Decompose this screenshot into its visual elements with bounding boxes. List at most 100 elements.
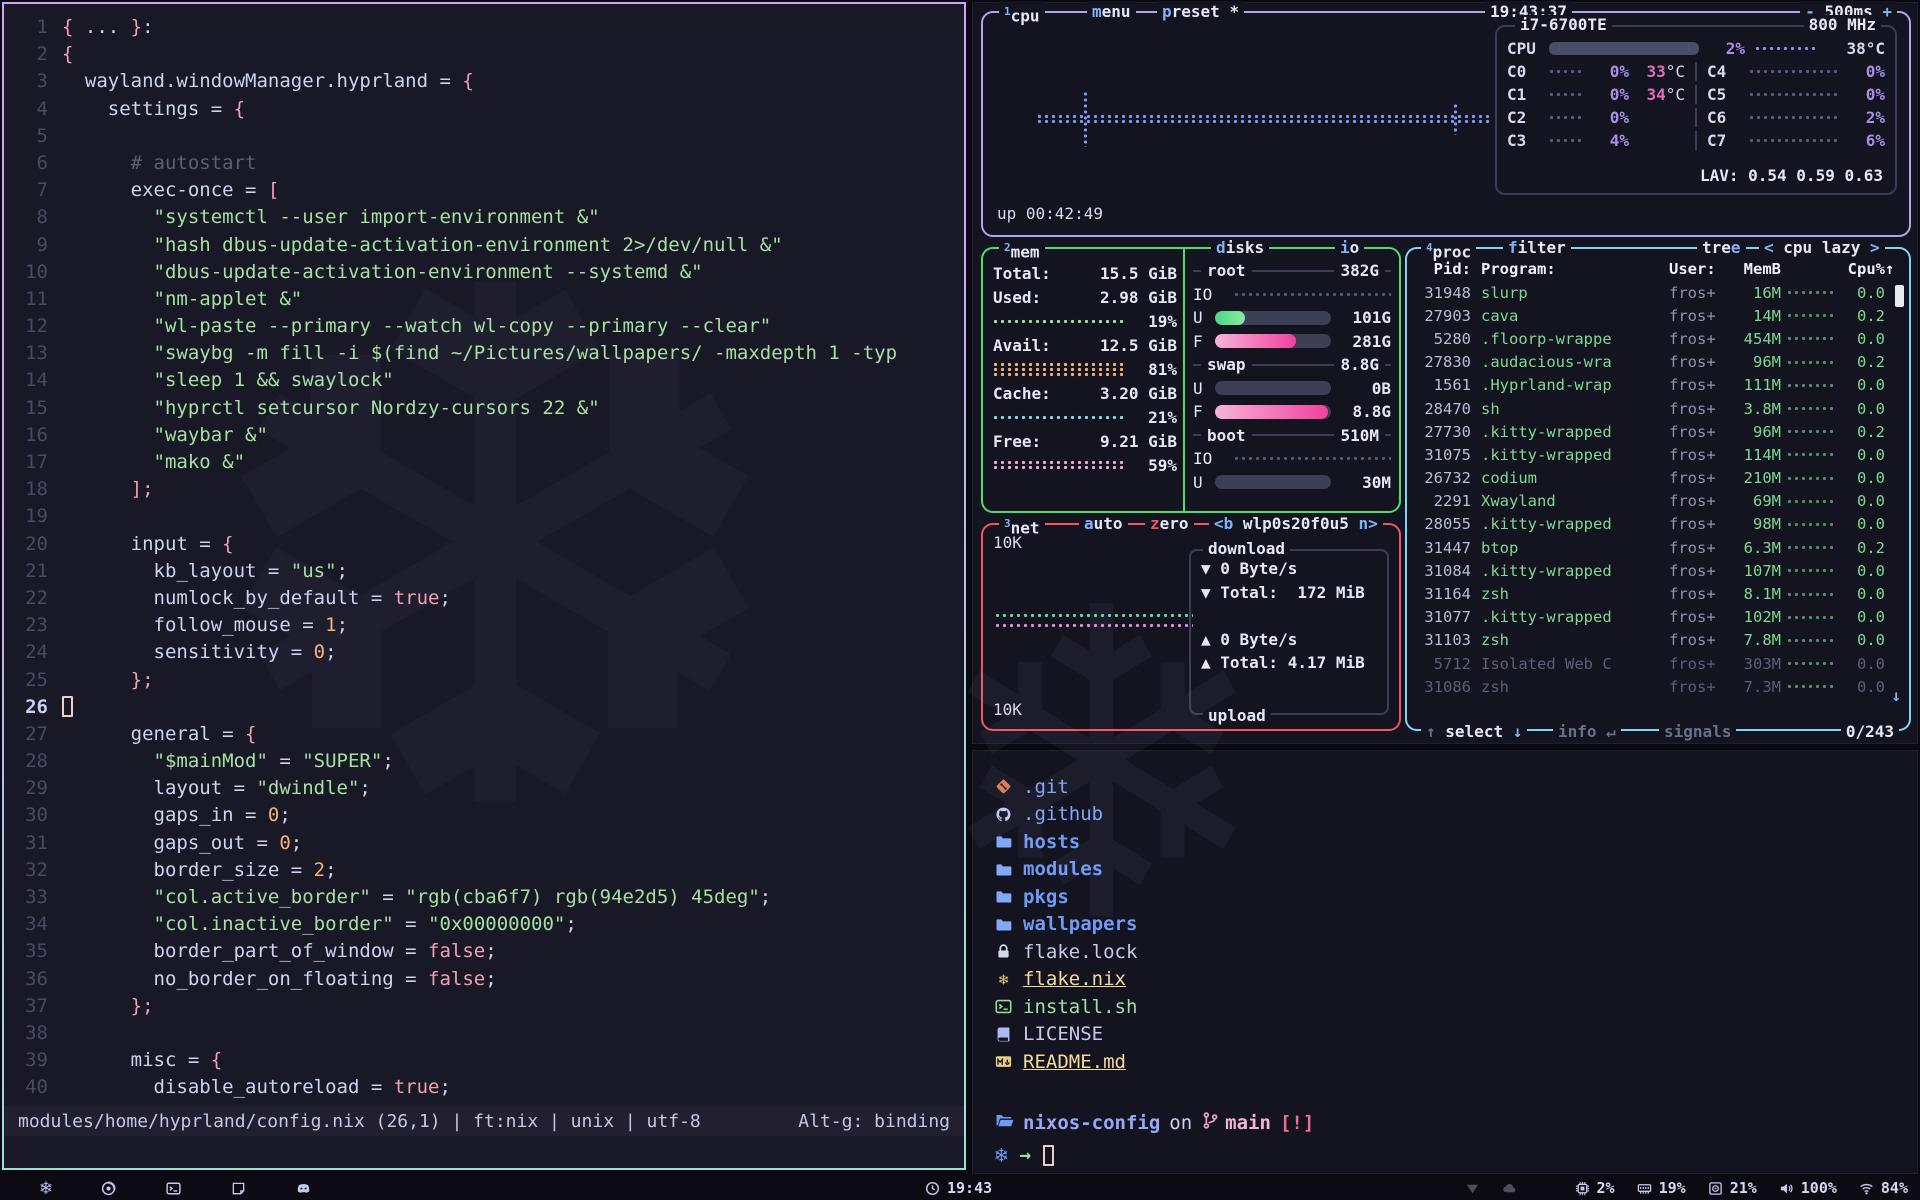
net-interface-selector[interactable]: <b wlp0s20f0u5 n> [1209, 513, 1383, 534]
proc-row[interactable]: 31447btopfros+6.3M0.2 [1407, 536, 1909, 559]
proc-user: fros+ [1663, 631, 1725, 649]
chip-stat[interactable]: 2% [1575, 1179, 1615, 1197]
proc-row[interactable]: 31164zshfros+8.1M0.0 [1407, 582, 1909, 605]
proc-usage-dots [1787, 615, 1833, 620]
code-token: wayland.windowManager.hyprland = [62, 70, 462, 92]
proc-scrollbar[interactable] [1895, 285, 1904, 307]
proc-row[interactable]: 1561.Hyprland-wrapfros+111M0.0 [1407, 374, 1909, 397]
disk-bar-value: 281G [1339, 332, 1391, 351]
code-token: "hyprctl setcursor Nordzy-cursors 22 &" [62, 397, 600, 419]
disks-io-toggle[interactable]: io [1335, 237, 1364, 258]
net-auto-button[interactable]: auto [1079, 513, 1128, 534]
file-name: modules [1023, 858, 1103, 880]
proc-cpu: 0.0 [1839, 376, 1885, 394]
proc-tree-button[interactable]: tree [1697, 237, 1746, 258]
proc-filter-button[interactable]: filter [1503, 237, 1571, 258]
load-average-label: LAV: 0.54 0.59 0.63 [1700, 166, 1883, 185]
proc-row[interactable]: 28055.kitty-wrappedfros+98M0.0 [1407, 513, 1909, 536]
core-usage-dots [1749, 138, 1837, 143]
editor-statusline: modules/home/hyprland/config.nix (26,1) … [4, 1106, 964, 1136]
proc-sort-selector[interactable]: < cpu lazy > [1759, 237, 1885, 258]
hdd-stat[interactable]: 21% [1708, 1179, 1757, 1197]
proc-row[interactable]: 31075.kitty-wrappedfros+114M0.0 [1407, 443, 1909, 466]
core-usage-dots [1549, 92, 1583, 97]
proc-row[interactable]: 31103zshfros+7.8M0.0 [1407, 629, 1909, 652]
file-name: .git [1023, 776, 1069, 798]
proc-row[interactable]: 31077.kitty-wrappedfros+102M0.0 [1407, 606, 1909, 629]
menu-button[interactable]: menu [1087, 1, 1136, 22]
terminal-cursor[interactable] [1043, 1145, 1054, 1166]
proc-row[interactable]: 27830.audacious-wrafros+96M0.2 [1407, 351, 1909, 374]
proc-usage-dots [1787, 452, 1833, 457]
memory-stat-value: 9.21 GiB [1100, 432, 1177, 451]
code-line: 31 gaps_out = 0; [12, 830, 964, 857]
core-percent: 0% [1591, 85, 1629, 104]
terminal-icon[interactable] [166, 1181, 181, 1196]
line-number: 9 [12, 232, 48, 259]
code-token: { [222, 533, 233, 555]
proc-info-button[interactable]: info ↵ [1553, 721, 1621, 742]
proc-row[interactable]: 26732codiumfros+210M0.0 [1407, 467, 1909, 490]
proc-row[interactable]: 5280.floorp-wrappefros+454M0.0 [1407, 327, 1909, 350]
code-line: 34 "col.inactive_border" = "0x00000000"; [12, 911, 964, 938]
proc-row[interactable]: 31086zshfros+7.3M0.0 [1407, 675, 1909, 698]
proc-usage-dots [1787, 383, 1833, 388]
code-token: "swaybg -m fill -i $(find ~/Pictures/wal… [62, 342, 897, 364]
note-icon[interactable] [231, 1181, 246, 1196]
proc-mem: 98M [1725, 515, 1781, 533]
volume-stat[interactable]: 100% [1779, 1179, 1837, 1197]
proc-table: 31948slurpfros+16M0.027903cavafros+14M0.… [1407, 281, 1909, 698]
line-number: 24 [12, 639, 48, 666]
line-number: 26 [12, 694, 48, 721]
core-left: C00%33°C [1507, 62, 1685, 81]
discord-icon[interactable] [296, 1181, 311, 1196]
proc-select-control[interactable]: ↑ select ↓ [1421, 721, 1527, 742]
proc-mem: 69M [1725, 492, 1781, 510]
disk-bar-value: 30M [1339, 473, 1391, 492]
core-name: C6 [1707, 108, 1741, 127]
code-token: 0 [279, 832, 290, 854]
preset-button[interactable]: preset * [1157, 1, 1244, 22]
disks-list: root382GIOU101GF281Gswap8.8GU0BF8.8Gboot… [1193, 259, 1391, 494]
proc-signals-button[interactable]: signals [1659, 721, 1736, 742]
cpu-core-row: C20%C62% [1497, 106, 1895, 129]
wifi-stat[interactable]: 84% [1859, 1179, 1908, 1197]
nixos-menu-icon[interactable]: ❄ [40, 1177, 51, 1199]
proc-row[interactable]: 5712Isolated Web Cfros+303M0.0 [1407, 652, 1909, 675]
proc-row[interactable]: 31084.kitty-wrappedfros+107M0.0 [1407, 559, 1909, 582]
proc-sort-column[interactable]: Cpu% [1839, 260, 1885, 278]
file-row: modules [995, 856, 1137, 884]
disk-io-dots [1234, 292, 1391, 297]
proc-program: sh [1481, 400, 1663, 418]
net-zero-button[interactable]: zero [1145, 513, 1194, 534]
memory-meter: 59% [993, 453, 1177, 477]
clock-label: 19:43 [947, 1179, 992, 1197]
code-line: 18 ]; [12, 476, 964, 503]
proc-row[interactable]: 31948slurpfros+16M0.0 [1407, 281, 1909, 304]
proc-row[interactable]: 27903cavafros+14M0.2 [1407, 304, 1909, 327]
disk-io-label: IO [1193, 285, 1212, 304]
proc-mem: 7.8M [1725, 631, 1781, 649]
proc-row[interactable]: 28470shfros+3.8M0.0 [1407, 397, 1909, 420]
core-usage-dots [1749, 69, 1837, 74]
code-token: "dwindle" [256, 777, 359, 799]
proc-row[interactable]: 27730.kitty-wrappedfros+96M0.2 [1407, 420, 1909, 443]
file-name: flake.lock [1023, 941, 1137, 963]
file-name: wallpapers [1023, 913, 1137, 935]
file-name: install.sh [1023, 996, 1137, 1018]
proc-mem: 111M [1725, 376, 1781, 394]
proc-row[interactable]: 2291Xwaylandfros+69M0.0 [1407, 490, 1909, 513]
line-number: 37 [12, 993, 48, 1020]
proc-mem: 303M [1725, 655, 1781, 673]
core-left: C20% [1507, 108, 1685, 127]
code-line: 20 input = { [12, 531, 964, 558]
interval-increase-button[interactable]: + [1882, 2, 1892, 21]
core-temp-unit: °C [1666, 85, 1685, 104]
ram-stat[interactable]: 19% [1637, 1179, 1686, 1197]
memory-stat-label: Free: [993, 432, 1041, 451]
proc-usage-dots [1787, 313, 1833, 318]
browser-icon[interactable] [101, 1181, 116, 1196]
line-number: 22 [12, 585, 48, 612]
line-number: 1 [12, 14, 48, 41]
statusline-file-info: modules/home/hyprland/config.nix (26,1) … [18, 1111, 701, 1132]
